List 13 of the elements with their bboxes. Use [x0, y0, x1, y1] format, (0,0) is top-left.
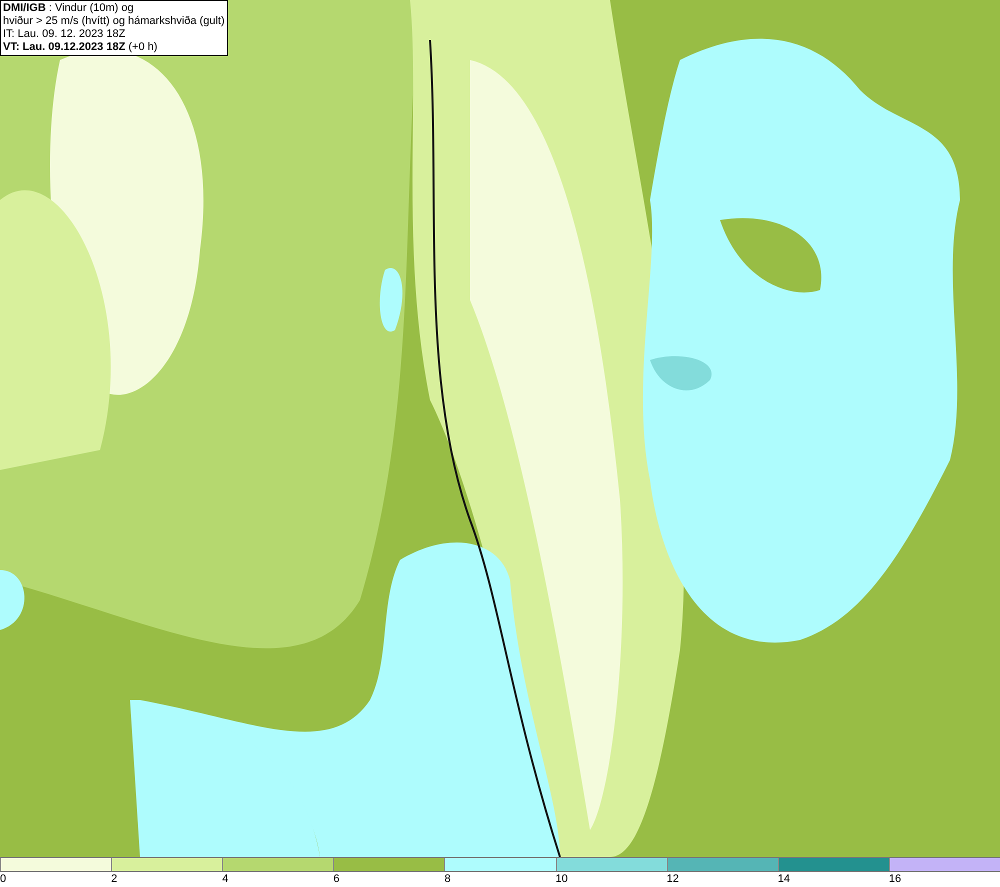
legend-tick-label: 12 — [666, 873, 679, 885]
legend-tick-label: 8 — [444, 873, 451, 885]
legend-tick-label: 6 — [333, 873, 340, 885]
title-line: VT: Lau. 09.12.2023 18Z (+0 h) — [3, 41, 158, 54]
title-line: hviður > 25 m/s (hvítt) og hámarkshviða (gult) — [3, 15, 225, 28]
legend-tick-label: 16 — [888, 873, 902, 885]
legend-tick-label: 10 — [556, 873, 568, 885]
legend-tick-label: 14 — [778, 873, 790, 885]
legend-tick-label: 4 — [222, 873, 228, 885]
legend-tick-label: 2 — [111, 873, 118, 885]
title-line: DMI/IGB : Vindur (10m) og — [3, 2, 135, 15]
legend-tick-label: 0 — [0, 873, 6, 885]
title-line: IT: Lau. 09. 12. 2023 18Z — [3, 28, 126, 41]
